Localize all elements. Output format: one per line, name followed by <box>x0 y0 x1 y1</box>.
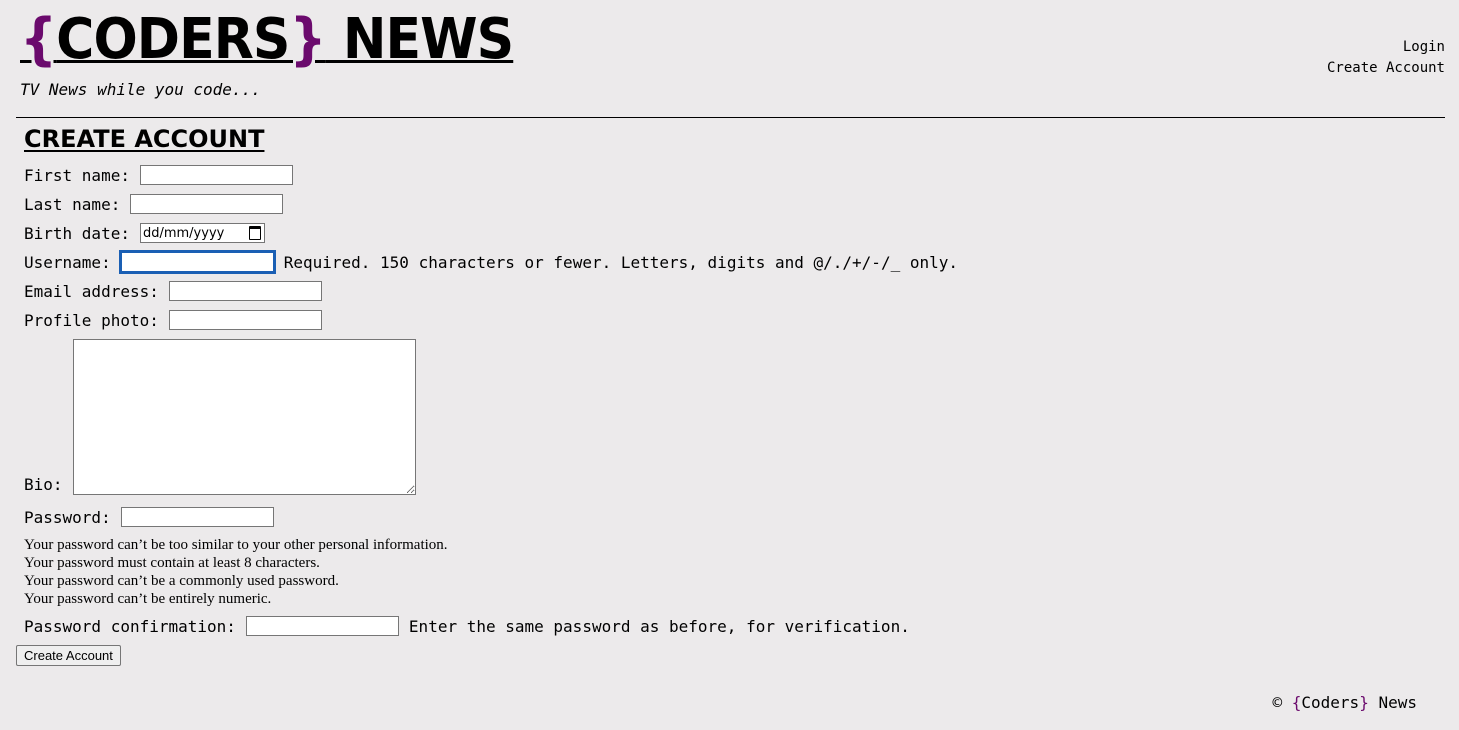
password-confirm-row: Password confirmation: Enter the same pa… <box>24 615 910 637</box>
birth-date-placeholder: dd/mm/yyyy <box>142 225 225 241</box>
birth-date-input[interactable]: dd/mm/yyyy <box>139 223 265 243</box>
last-name-input[interactable] <box>130 194 284 214</box>
profile-photo-label: Profile photo: <box>24 310 159 330</box>
calendar-icon[interactable] <box>248 226 261 240</box>
password-confirm-label: Password confirmation: <box>24 616 236 636</box>
footer: © {Coders} News <box>1272 693 1417 712</box>
logo-open-brace: { <box>20 7 57 72</box>
logo-rest: NEWS <box>325 7 514 72</box>
logo-close-brace: } <box>289 7 326 72</box>
password-rule: Your password must contain at least 8 ch… <box>24 555 320 571</box>
password-confirm-help: Enter the same password as before, for v… <box>408 616 910 636</box>
profile-photo-input[interactable] <box>168 310 322 330</box>
password-row: Password: <box>24 506 274 528</box>
profile-photo-row: Profile photo: <box>24 309 322 331</box>
footer-close-brace: } <box>1359 693 1369 712</box>
password-rules: Your password can’t be too similar to yo… <box>24 536 448 608</box>
page-title: CREATE ACCOUNT <box>24 125 265 153</box>
first-name-row: First name: <box>24 164 293 186</box>
last-name-row: Last name: <box>24 193 284 215</box>
copyright-symbol: © <box>1272 693 1283 712</box>
bio-row: Bio: <box>24 339 416 495</box>
username-label: Username: <box>24 252 111 272</box>
email-label: Email address: <box>24 281 159 301</box>
create-account-link[interactable]: Create Account <box>1327 58 1445 79</box>
first-name-label: First name: <box>24 165 130 185</box>
footer-open-brace: { <box>1291 693 1302 712</box>
header-divider <box>16 117 1445 118</box>
first-name-input[interactable] <box>139 165 293 185</box>
login-link[interactable]: Login <box>1327 37 1445 58</box>
email-row: Email address: <box>24 280 322 302</box>
birth-date-row: Birth date: dd/mm/yyyy <box>24 222 265 244</box>
bio-label: Bio: <box>24 475 63 494</box>
footer-rest: News <box>1378 693 1417 712</box>
password-rule: Your password can’t be too similar to yo… <box>24 537 448 553</box>
site-logo[interactable]: {CODERS} NEWS <box>20 7 514 72</box>
password-label: Password: <box>24 507 111 527</box>
create-account-button[interactable]: Create Account <box>16 645 121 666</box>
username-help: Required. 150 characters or fewer. Lette… <box>283 252 958 272</box>
top-nav: Login Create Account <box>1327 37 1445 79</box>
footer-name: Coders <box>1301 693 1360 712</box>
password-input[interactable] <box>120 507 274 527</box>
password-confirm-input[interactable] <box>245 616 399 636</box>
bio-textarea[interactable] <box>72 339 416 495</box>
username-input[interactable] <box>118 250 276 274</box>
birth-date-label: Birth date: <box>24 223 130 243</box>
password-rule: Your password can’t be entirely numeric. <box>24 591 272 607</box>
logo-name: CODERS <box>56 7 290 72</box>
tagline: TV News while you code... <box>20 80 261 99</box>
username-row: Username: Required. 150 characters or fe… <box>24 250 958 274</box>
email-input[interactable] <box>168 281 322 301</box>
last-name-label: Last name: <box>24 194 121 214</box>
password-rule: Your password can’t be a commonly used p… <box>24 573 339 589</box>
